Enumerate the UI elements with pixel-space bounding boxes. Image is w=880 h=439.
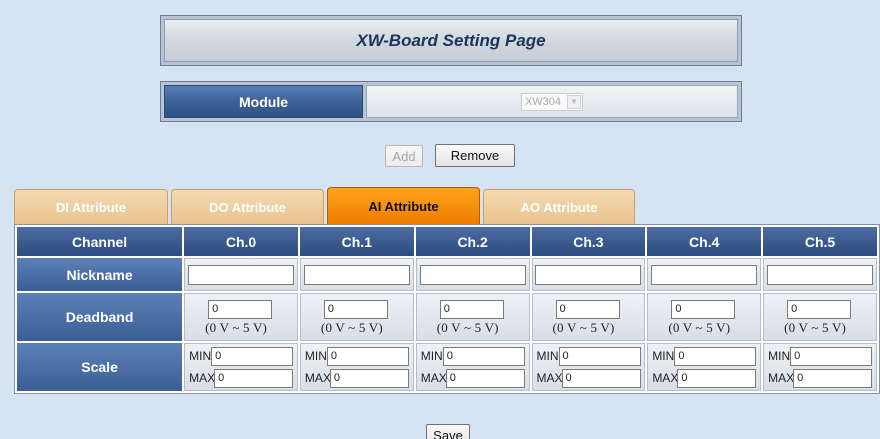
nickname-cell — [763, 258, 877, 291]
deadband-input-5[interactable]: 0 — [787, 300, 852, 319]
scale-min-input-5[interactable]: 0 — [790, 346, 873, 366]
tab-ao-attribute[interactable]: AO Attribute — [483, 189, 635, 224]
scale-cell: MIN 0 MAX 0 — [415, 343, 530, 391]
ai-attribute-table: Channel Ch.0 Ch.1 Ch.2 Ch.3 Ch.4 Ch.5 Ni… — [14, 224, 880, 394]
deadband-range-label: (0 V ~ 5 V) — [320, 320, 383, 335]
page-title-panel: XW-Board Setting Page — [160, 15, 742, 66]
scale-min-input-1[interactable]: 0 — [326, 346, 409, 366]
nickname-input-5[interactable] — [767, 264, 874, 285]
deadband-range-label: (0 V ~ 5 V) — [552, 320, 615, 335]
nickname-input-2[interactable] — [419, 264, 526, 285]
nickname-cell — [415, 258, 530, 291]
table-header-row: Channel Ch.0 Ch.1 Ch.2 Ch.3 Ch.4 Ch.5 — [17, 227, 877, 256]
channel-header-2: Ch.2 — [415, 227, 530, 256]
scale-max-label: MAX — [536, 371, 563, 385]
scale-row: Scale MIN 0 MAX 0 MIN 0 MAX 0 MIN 0 MAX 0 MIN 0… — [17, 343, 877, 391]
tab-ai-attribute[interactable]: AI Attribute — [327, 187, 480, 224]
scale-max-label: MAX — [304, 371, 331, 385]
scale-min-input-0[interactable]: 0 — [211, 346, 294, 366]
scale-max-input-1[interactable]: 0 — [329, 368, 409, 388]
save-button[interactable]: Save — [426, 424, 470, 439]
scale-cell: MIN 0 MAX 0 — [531, 343, 646, 391]
scale-max-label: MAX — [420, 371, 447, 385]
add-button[interactable]: Add — [385, 145, 423, 167]
page-title: XW-Board Setting Page — [164, 19, 738, 62]
scale-min-input-4[interactable]: 0 — [674, 346, 757, 366]
nickname-cell — [184, 258, 298, 291]
module-value-cell: XW304 ▼ — [366, 85, 738, 118]
nickname-cell — [531, 258, 646, 291]
channel-header-4: Ch.4 — [647, 227, 762, 256]
nickname-cell — [299, 258, 414, 291]
deadband-input-2[interactable]: 0 — [439, 300, 504, 319]
module-select-value: XW304 — [524, 95, 562, 108]
module-label: Module — [164, 85, 363, 118]
deadband-range-label: (0 V ~ 5 V) — [784, 320, 847, 335]
scale-min-label: MIN — [652, 349, 675, 363]
deadband-range-label: (0 V ~ 5 V) — [436, 320, 499, 335]
scale-min-input-2[interactable]: 0 — [442, 346, 525, 366]
deadband-input-4[interactable]: 0 — [671, 300, 736, 319]
chevron-down-icon: ▼ — [567, 94, 582, 109]
scale-cell: MIN 0 MAX 0 — [299, 343, 414, 391]
channel-header-5: Ch.5 — [763, 227, 877, 256]
scale-min-label: MIN — [768, 349, 791, 363]
scale-max-input-0[interactable]: 0 — [214, 368, 294, 388]
scale-max-label: MAX — [768, 371, 795, 385]
deadband-input-0[interactable]: 0 — [208, 300, 273, 319]
scale-min-label: MIN — [420, 349, 443, 363]
deadband-cell: 0 (0 V ~ 5 V) — [647, 293, 762, 341]
nickname-input-3[interactable] — [535, 264, 642, 285]
scale-cell: MIN 0 MAX 0 — [184, 343, 298, 391]
nickname-row: Nickname — [17, 258, 877, 291]
scale-min-input-3[interactable]: 0 — [558, 346, 641, 366]
deadband-row: Deadband 0 (0 V ~ 5 V) 0 (0 V ~ 5 V) 0 (0 V… — [17, 293, 877, 341]
channel-header: Channel — [17, 227, 183, 256]
tab-do-attribute[interactable]: DO Attribute — [171, 189, 324, 224]
scale-max-input-5[interactable]: 0 — [793, 368, 873, 388]
nickname-input-1[interactable] — [303, 264, 410, 285]
scale-max-input-4[interactable]: 0 — [677, 368, 757, 388]
nickname-input-0[interactable] — [188, 264, 295, 285]
module-row: Module XW304 ▼ — [160, 81, 742, 122]
deadband-cell: 0 (0 V ~ 5 V) — [184, 293, 298, 341]
deadband-cell: 0 (0 V ~ 5 V) — [415, 293, 530, 341]
deadband-range-label: (0 V ~ 5 V) — [205, 320, 268, 335]
scale-max-label: MAX — [189, 371, 216, 385]
scale-min-label: MIN — [189, 349, 212, 363]
remove-button[interactable]: Remove — [435, 144, 515, 167]
scale-min-label: MIN — [536, 349, 559, 363]
deadband-input-1[interactable]: 0 — [323, 300, 388, 319]
channel-header-1: Ch.1 — [299, 227, 414, 256]
deadband-range-label: (0 V ~ 5 V) — [668, 320, 731, 335]
scale-max-input-2[interactable]: 0 — [445, 368, 525, 388]
deadband-cell: 0 (0 V ~ 5 V) — [763, 293, 877, 341]
deadband-cell: 0 (0 V ~ 5 V) — [531, 293, 646, 341]
deadband-input-3[interactable]: 0 — [555, 300, 620, 319]
scale-min-label: MIN — [304, 349, 327, 363]
channel-header-0: Ch.0 — [184, 227, 298, 256]
scale-cell: MIN 0 MAX 0 — [647, 343, 762, 391]
scale-max-input-3[interactable]: 0 — [561, 368, 641, 388]
scale-max-label: MAX — [652, 371, 679, 385]
deadband-cell: 0 (0 V ~ 5 V) — [299, 293, 414, 341]
attribute-tabs: DI Attribute DO Attribute AI Attribute A… — [14, 187, 638, 224]
channel-header-3: Ch.3 — [531, 227, 646, 256]
nickname-label: Nickname — [17, 258, 183, 291]
deadband-label: Deadband — [17, 293, 183, 341]
scale-label: Scale — [17, 343, 183, 391]
tab-di-attribute[interactable]: DI Attribute — [14, 189, 168, 224]
module-select[interactable]: XW304 ▼ — [520, 92, 584, 111]
nickname-cell — [647, 258, 762, 291]
scale-cell: MIN 0 MAX 0 — [763, 343, 877, 391]
nickname-input-4[interactable] — [651, 264, 758, 285]
